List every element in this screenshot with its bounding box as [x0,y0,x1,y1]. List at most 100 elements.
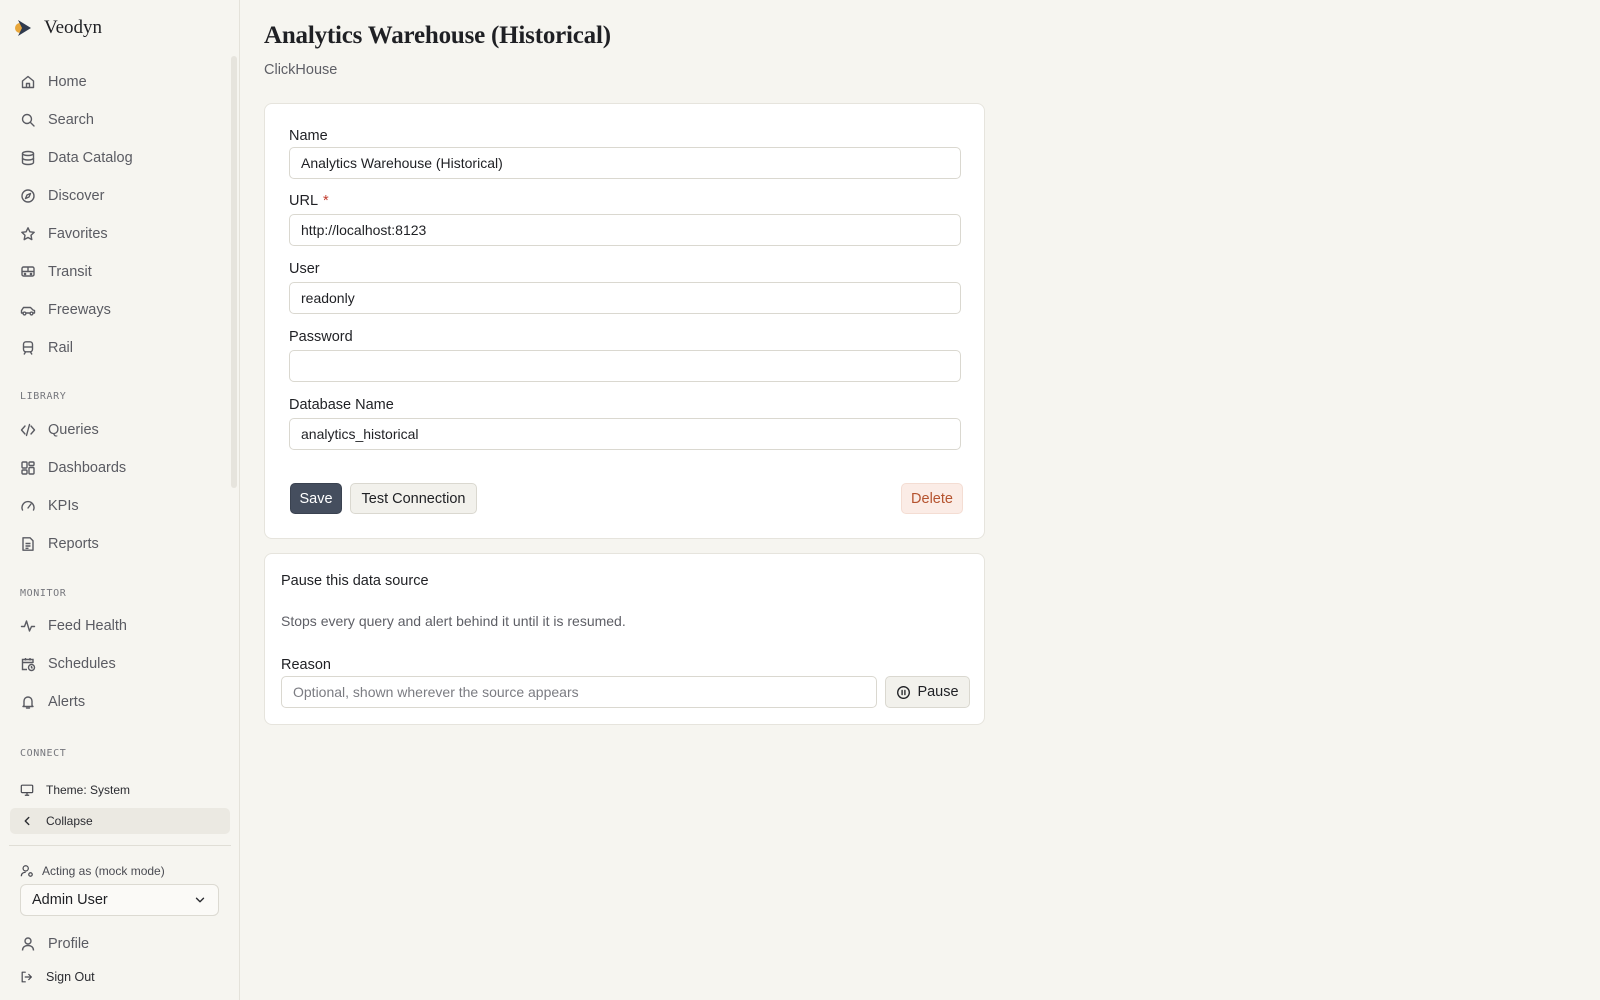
required-marker: * [323,193,329,209]
user-cog-icon [20,865,33,877]
sidebar-item-data-catalog[interactable]: Data Catalog [10,142,230,174]
pause-button-label: Pause [917,684,959,700]
search-icon [21,113,35,127]
sidebar-item-label: Home [48,74,87,90]
user-input[interactable] [289,282,961,314]
sidebar-item-label: Alerts [48,694,86,710]
pause-title: Pause this data source [281,573,429,589]
url-label: URL * [289,193,329,209]
brand-name: Veodyn [44,17,103,38]
report-icon [22,537,34,551]
user-label: User [289,261,320,277]
log-out-icon [21,971,32,983]
url-label-text: URL [289,193,319,209]
sidebar-item-label: Discover [48,188,105,204]
acting-as-text: Acting as (mock mode) [42,864,165,878]
section-label-library: LIBRARY [20,391,67,402]
sidebar-item-label: Dashboards [48,460,127,476]
section-label-monitor: MONITOR [20,588,67,599]
dashboard-icon [21,461,35,475]
pause-icon [897,685,911,699]
calendar-clock-icon [21,658,36,672]
sidebar-item-feed-health[interactable]: Feed Health [10,610,230,642]
name-label: Name [289,128,328,144]
train-icon [22,341,34,355]
acting-as-value: Admin User [32,892,108,908]
sidebar-item-label: Queries [48,422,99,438]
password-label: Password [289,329,353,345]
database-name-label: Database Name [289,397,394,413]
sidebar-item-label: Schedules [48,656,116,672]
sidebar-item-discover[interactable]: Discover [10,180,230,212]
collapse-button[interactable]: Collapse [10,808,230,834]
brand-logo-icon [15,20,31,36]
save-button[interactable]: Save [290,483,342,514]
bus-icon [21,266,35,277]
pause-description: Stops every query and alert behind it un… [281,613,626,629]
app-root: Veodyn Home Search Data Catalog Discover [0,0,1600,1000]
sidebar-item-label: Feed Health [48,618,127,634]
database-icon [21,150,35,166]
sidebar-item-transit[interactable]: Transit [10,256,230,288]
sidebar-item-alerts[interactable]: Alerts [10,686,230,718]
sidebar-item-label: Search [48,112,94,128]
theme-toggle[interactable]: Theme: System [10,777,230,803]
library-nav: Queries Dashboards KPIs Reports [10,414,230,566]
star-icon [21,227,35,241]
password-input[interactable] [289,350,961,382]
sidebar-scrollbar[interactable] [231,56,237,488]
collapse-label: Collapse [46,814,93,828]
activity-icon [20,620,36,632]
sign-out-button[interactable]: Sign Out [10,964,230,990]
sign-out-label: Sign Out [46,970,95,984]
code-icon [20,423,36,437]
sidebar-item-search[interactable]: Search [10,104,230,136]
sidebar-item-favorites[interactable]: Favorites [10,218,230,250]
pause-source-card: Pause this data source Stops every query… [264,553,985,725]
chevron-down-icon [195,897,205,903]
sidebar: Veodyn Home Search Data Catalog Discover [0,0,240,1000]
name-input[interactable] [289,147,961,179]
theme-label: Theme: System [46,783,131,797]
compass-icon [21,189,35,203]
reason-input[interactable] [281,676,877,708]
url-input[interactable] [289,214,961,246]
sidebar-item-label: Favorites [48,226,108,242]
home-icon [21,75,35,89]
pause-button[interactable]: Pause [885,676,970,708]
sidebar-item-dashboards[interactable]: Dashboards [10,452,230,484]
sidebar-item-schedules[interactable]: Schedules [10,648,230,680]
test-connection-button[interactable]: Test Connection [350,483,477,514]
main-content: Analytics Warehouse (Historical) ClickHo… [240,0,1600,1000]
acting-as-select[interactable]: Admin User [20,884,219,916]
sidebar-divider [9,845,231,846]
section-label-connect: CONNECT [20,748,67,759]
sidebar-item-kpis[interactable]: KPIs [10,490,230,522]
sidebar-item-home[interactable]: Home [10,66,230,98]
connection-form-card: Name URL* User Password Database Name Sa… [264,103,985,539]
sidebar-item-queries[interactable]: Queries [10,414,230,446]
sidebar-item-profile[interactable]: Profile [10,928,230,960]
delete-button[interactable]: Delete [901,483,963,514]
acting-as-label: Acting as (mock mode) [20,864,165,878]
user-icon [21,937,35,951]
chevron-left-icon [24,816,30,826]
monitor-icon [20,784,34,796]
database-name-input[interactable] [289,418,961,450]
sidebar-item-label: Freeways [48,302,111,318]
main-nav: Home Search Data Catalog Discover Favori… [10,66,230,370]
sidebar-item-reports[interactable]: Reports [10,528,230,560]
sidebar-item-rail[interactable]: Rail [10,332,230,364]
sidebar-item-label: Transit [48,264,92,280]
monitor-nav: Feed Health Schedules Alerts [10,610,230,724]
sidebar-item-label: Rail [48,340,73,356]
sidebar-item-label: Profile [48,936,90,952]
reason-label: Reason [281,657,331,673]
car-icon [20,306,36,316]
bell-icon [22,696,34,709]
sidebar-item-label: Reports [48,536,99,552]
page-title: Analytics Warehouse (Historical) [264,22,611,49]
sidebar-item-freeways[interactable]: Freeways [10,294,230,326]
sidebar-item-label: Data Catalog [48,150,133,166]
brand[interactable]: Veodyn [14,17,102,39]
